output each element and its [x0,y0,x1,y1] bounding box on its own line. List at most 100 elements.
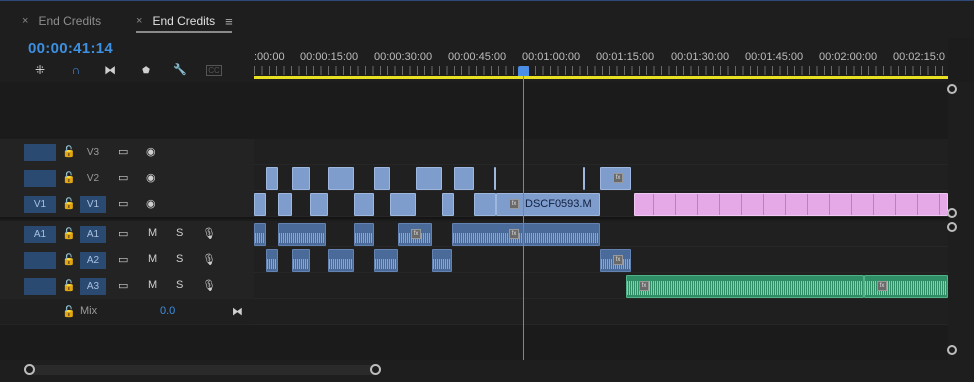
eye-icon[interactable]: ◉ [146,145,156,158]
work-area-bar[interactable] [254,76,948,79]
lane-v3[interactable] [254,139,948,165]
audio-scroll-knob-bottom[interactable] [947,345,957,355]
horizontal-scrollbar[interactable] [0,360,974,382]
insert-overwrite-icon[interactable]: ⁜ [32,63,48,77]
video-clip[interactable] [416,167,442,190]
source-patch-v2[interactable] [24,170,56,187]
microphone-icon[interactable]: 🎙 [202,253,216,266]
audio-clip-music[interactable]: fx [864,275,948,298]
snap-magnet-icon[interactable]: ∩ [68,63,84,77]
playhead-line[interactable] [523,68,524,360]
mute-button[interactable]: M [148,227,157,239]
microphone-icon[interactable]: 🎙 [202,279,216,292]
panel-menu-icon[interactable]: ≡ [225,14,233,29]
audio-scroll-knob-top[interactable] [947,222,957,232]
audio-clip[interactable] [278,223,326,246]
sync-lock-icon[interactable]: ▭ [118,171,128,184]
lock-icon[interactable]: 🔓 [62,145,76,158]
video-clip[interactable] [474,193,496,216]
lock-icon[interactable]: 🔓 [62,171,76,184]
video-clip[interactable] [310,193,328,216]
video-clip[interactable] [266,167,278,190]
audio-clip[interactable] [254,223,266,246]
transition-marker[interactable] [494,167,496,190]
video-clip[interactable] [374,167,390,190]
close-tab-icon[interactable]: × [22,15,28,27]
lock-icon[interactable]: 🔓 [62,305,76,318]
audio-clip[interactable]: fx [600,249,631,272]
lock-icon[interactable]: 🔓 [62,253,76,266]
captions-icon[interactable]: CC [206,65,222,76]
add-marker-icon[interactable]: ⬟ [138,63,154,77]
video-clip[interactable] [442,193,454,216]
video-clip[interactable] [292,167,310,190]
video-clip[interactable] [390,193,416,216]
sync-lock-icon[interactable]: ▭ [118,227,128,240]
video-clip[interactable] [278,193,292,216]
eye-icon[interactable]: ◉ [146,197,156,210]
sync-lock-icon[interactable]: ▭ [118,253,128,266]
wrench-settings-icon[interactable]: 🔧 [172,63,188,77]
sync-lock-icon[interactable]: ▭ [118,279,128,292]
solo-button[interactable]: S [176,253,183,265]
mix-end-icon[interactable]: ⧓ [232,305,243,318]
audio-clip[interactable] [266,249,278,272]
track-target-a1[interactable]: A1 [80,226,106,243]
video-scroll-knob-top[interactable] [947,84,957,94]
source-patch-v3[interactable] [24,144,56,161]
zoom-scroll-left-handle[interactable] [24,364,35,375]
video-audio-divider[interactable] [254,217,948,219]
lane-a1[interactable]: fx fx [254,221,948,247]
audio-clip[interactable]: fx [398,223,432,246]
time-ruler[interactable]: :00:00 00:00:15:00 00:00:30:00 00:00:45:… [254,38,948,82]
video-clip[interactable]: fx [600,167,631,190]
playhead-handle[interactable] [518,66,529,76]
track-target-a2[interactable]: A2 [80,252,106,269]
track-target-v1[interactable]: V1 [80,196,106,213]
lane-a3[interactable]: fx fx [254,273,948,299]
lock-icon[interactable]: 🔓 [62,279,76,292]
source-patch-a3[interactable] [24,278,56,295]
source-patch-a2[interactable] [24,252,56,269]
sync-lock-icon[interactable]: ▭ [118,145,128,158]
audio-clip[interactable] [328,249,354,272]
video-clip[interactable] [254,193,266,216]
video-clip-pink-graphics[interactable] [634,193,948,216]
tab-end-credits-1[interactable]: × End Credits [22,12,101,30]
lane-v2[interactable]: fx [254,165,948,191]
audio-clip[interactable]: fx [452,223,600,246]
playhead-timecode[interactable]: 00:00:41:14 [28,40,113,57]
solo-button[interactable]: S [176,227,183,239]
audio-clip[interactable] [292,249,310,272]
solo-button[interactable]: S [176,279,183,291]
eye-icon[interactable]: ◉ [146,171,156,184]
lock-icon[interactable]: 🔓 [62,227,76,240]
mix-volume-value[interactable]: 0.0 [160,305,175,317]
lane-v1[interactable]: fx DSCF0593.M [254,191,948,217]
video-clip-dscf0593[interactable]: fx DSCF0593.M [496,193,600,216]
transition-marker[interactable] [583,167,585,190]
audio-clip-music[interactable]: fx [626,275,864,298]
video-audio-divider[interactable] [0,217,254,219]
video-clip[interactable] [328,167,354,190]
video-clip[interactable] [454,167,474,190]
source-patch-a1[interactable]: A1 [24,226,56,243]
close-tab-icon[interactable]: × [136,15,142,27]
audio-clip[interactable] [374,249,398,272]
source-patch-v1[interactable]: V1 [24,196,56,213]
zoom-scroll-track[interactable] [24,365,376,375]
sync-lock-icon[interactable]: ▭ [118,197,128,210]
zoom-scroll-right-handle[interactable] [370,364,381,375]
tab-end-credits-2[interactable]: × End Credits ≡ [136,12,233,30]
track-target-a3[interactable]: A3 [80,278,106,295]
video-clip[interactable] [354,193,374,216]
track-lanes[interactable]: fx fx DSCF0593.M fx fx fx fx fx [254,82,948,360]
audio-clip[interactable] [354,223,374,246]
microphone-icon[interactable]: 🎙 [202,227,216,240]
track-target-v2[interactable]: V2 [80,170,106,187]
mute-button[interactable]: M [148,253,157,265]
audio-clip[interactable] [432,249,452,272]
lane-a2[interactable]: fx [254,247,948,273]
mute-button[interactable]: M [148,279,157,291]
lock-icon[interactable]: 🔓 [62,197,76,210]
